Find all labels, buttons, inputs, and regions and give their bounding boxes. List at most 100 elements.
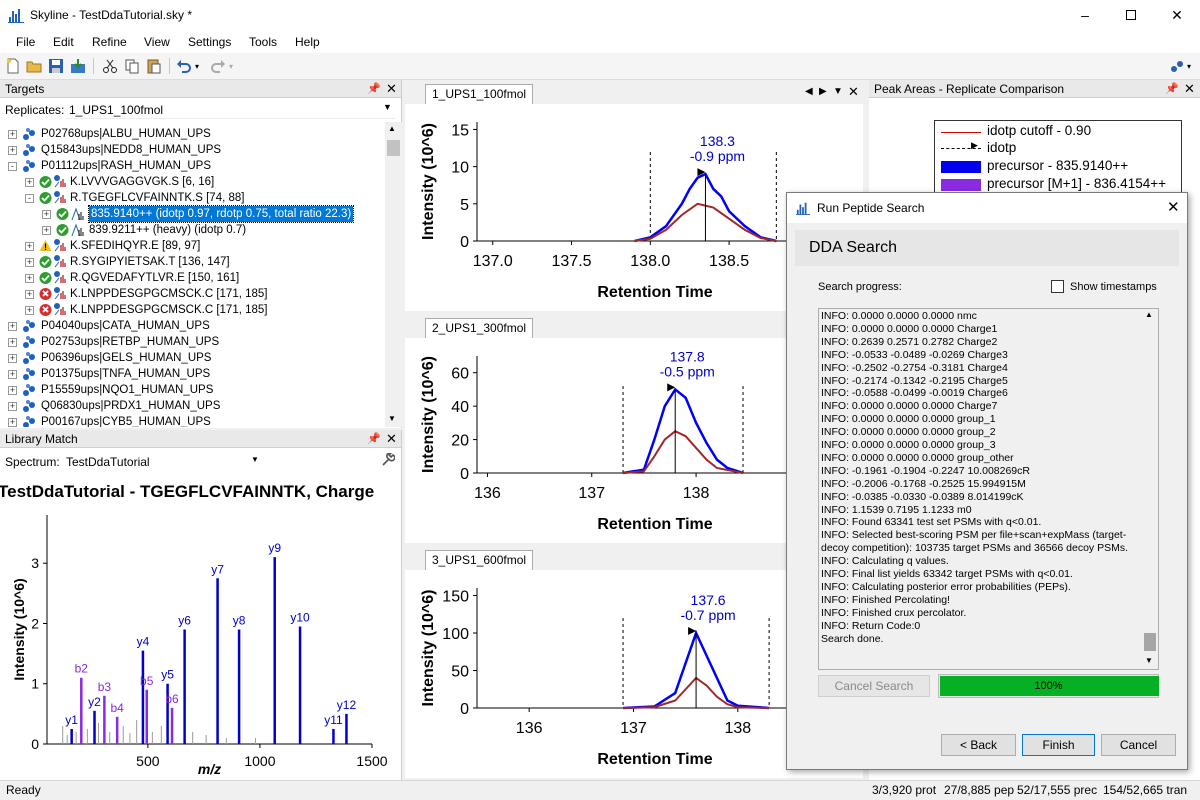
tab-1-ups1-100fmol[interactable]: 1_UPS1_100fmol [425, 84, 534, 104]
expand-icon[interactable]: + [25, 306, 34, 315]
tab-menu-icon[interactable]: ▼ [833, 86, 843, 97]
expand-icon[interactable]: + [8, 354, 17, 363]
apex-ppm-label: -0.7 ppm [680, 607, 735, 623]
show-timestamps-checkbox[interactable] [1051, 280, 1064, 293]
tab-3-ups1-600fmol[interactable]: 3_UPS1_600fmol [425, 550, 534, 570]
tree-row[interactable]: + P00167ups|CYB5_HUMAN_UPS [0, 414, 385, 427]
menu-view[interactable]: View [144, 35, 170, 49]
scroll-up-icon[interactable]: ▲ [388, 124, 396, 133]
expand-icon[interactable]: + [25, 242, 34, 251]
new-file-icon[interactable] [5, 58, 21, 74]
tree-row[interactable]: + R.QGVEDAFYTLVR.E [150, 161] [0, 270, 385, 286]
wrench-icon[interactable] [381, 453, 395, 467]
expand-icon[interactable]: + [8, 402, 17, 411]
scroll-up-icon[interactable]: ▲ [1145, 310, 1153, 319]
pin-icon[interactable]: 📌 [367, 430, 381, 448]
close-icon[interactable]: ✕ [848, 84, 859, 100]
redo-dropdown-icon[interactable]: ▾ [229, 62, 245, 78]
minimize-button[interactable]: – [1062, 0, 1108, 31]
expand-icon[interactable]: + [8, 370, 17, 379]
spectrum-select[interactable]: TestDdaTutorial ▼ [63, 452, 263, 471]
expand-icon[interactable]: + [8, 322, 17, 331]
tree-row[interactable]: - R.TGEGFLCVFAINNTK.S [74, 88] [0, 190, 385, 206]
save-icon[interactable] [48, 58, 64, 74]
tree-row[interactable]: - P01112ups|RASH_HUMAN_UPS [0, 158, 385, 174]
peptide-icon[interactable] [1170, 58, 1186, 74]
tree-row[interactable]: + P15559ups|NQO1_HUMAN_UPS [0, 382, 385, 398]
scroll-down-icon[interactable]: ▼ [388, 414, 396, 423]
cancel-button[interactable]: Cancel [1101, 734, 1176, 756]
tree-row[interactable]: + K.LNPPDESGPGCMSCK.C [171, 185] [0, 286, 385, 302]
close-icon[interactable]: ✕ [386, 430, 397, 448]
dialog-close-icon[interactable]: ✕ [1167, 198, 1180, 216]
tree-row[interactable]: + P01375ups|TNFA_HUMAN_UPS [0, 366, 385, 382]
back-button[interactable]: < Back [941, 734, 1016, 756]
menu-file[interactable]: File [16, 35, 35, 49]
tree-row[interactable]: + P06396ups|GELS_HUMAN_UPS [0, 350, 385, 366]
expand-icon[interactable]: + [25, 274, 34, 283]
expand-icon[interactable]: + [8, 146, 17, 155]
menu-settings[interactable]: Settings [188, 35, 231, 49]
menu-help[interactable]: Help [295, 35, 320, 49]
tree-row[interactable]: + R.SYGIPYIETSAK.T [136, 147] [0, 254, 385, 270]
paste-icon[interactable] [146, 58, 162, 74]
scroll-thumb[interactable] [387, 140, 400, 156]
tree-row[interactable]: + Q06830ups|PRDX1_HUMAN_UPS [0, 398, 385, 414]
peptide-dropdown-icon[interactable]: ▾ [1187, 62, 1200, 78]
finish-button[interactable]: Finish [1022, 734, 1095, 756]
expand-icon[interactable]: + [8, 386, 17, 395]
tree-row[interactable]: + K.LVVVGAGGVGK.S [6, 16] [0, 174, 385, 190]
copy-icon[interactable] [124, 58, 140, 74]
collapse-icon[interactable]: - [8, 162, 17, 171]
expand-icon[interactable]: + [25, 258, 34, 267]
undo-dropdown-icon[interactable]: ▾ [195, 62, 211, 78]
undo-icon[interactable] [176, 58, 192, 74]
expand-icon[interactable]: + [8, 130, 17, 139]
tree-row[interactable]: + K.LNPPDESGPGCMSCK.C [171, 185] [0, 302, 385, 318]
replicates-select[interactable]: 1_UPS1_100fmol ▼ [66, 100, 396, 119]
import-icon[interactable] [70, 58, 86, 74]
menu-refine[interactable]: Refine [92, 35, 127, 49]
scroll-thumb[interactable] [1144, 633, 1156, 651]
pin-icon[interactable]: 📌 [367, 80, 381, 98]
close-icon[interactable]: ✕ [386, 80, 397, 98]
expand-icon[interactable]: + [25, 290, 34, 299]
expand-icon[interactable]: + [25, 178, 34, 187]
library-spectrum-chart[interactable]: TestDdaTutorial - TGEGFLCVFAINNTK, Charg… [0, 477, 402, 780]
dda-search-header: DDA Search [795, 230, 1179, 266]
tree-row[interactable]: + P02753ups|RETBP_HUMAN_UPS [0, 334, 385, 350]
expand-icon[interactable]: + [8, 418, 17, 427]
expand-icon[interactable]: + [42, 226, 51, 235]
tree-row[interactable]: +! K.SFEDIHQYR.E [89, 97] [0, 238, 385, 254]
targets-scrollbar[interactable]: ▲ ▼ [385, 122, 402, 427]
tree-row[interactable]: + P04040ups|CATA_HUMAN_UPS [0, 318, 385, 334]
peak-label: y6 [178, 614, 191, 628]
pin-icon[interactable]: 📌 [1165, 80, 1179, 98]
status-pep: 27/8,885 pep [944, 783, 1015, 797]
redo-icon[interactable] [210, 58, 226, 74]
tree-row[interactable]: +839.9211++ (heavy) (idotp 0.7) [0, 222, 385, 238]
log-scrollbar[interactable]: ▲ ▼ [1142, 309, 1158, 669]
collapse-icon[interactable]: - [25, 194, 34, 203]
tree-row-label: R.TGEGFLCVFAINNTK.S [74, 88] [70, 192, 245, 204]
tab-2-ups1-300fmol[interactable]: 2_UPS1_300fmol [425, 318, 534, 338]
maximize-button[interactable] [1108, 0, 1154, 31]
x-tick-label: 500 [136, 753, 160, 769]
y-tick-label: 40 [451, 399, 469, 416]
tree-row[interactable]: + Q15843ups|NEDD8_HUMAN_UPS [0, 142, 385, 158]
expand-icon[interactable]: + [42, 210, 51, 219]
tree-row[interactable]: + P02768ups|ALBU_HUMAN_UPS [0, 126, 385, 142]
expand-icon[interactable]: + [8, 338, 17, 347]
scroll-down-icon[interactable]: ▼ [1145, 656, 1153, 665]
close-icon[interactable]: ✕ [1184, 80, 1195, 98]
cancel-search-button[interactable]: Cancel Search [818, 675, 930, 697]
menu-edit[interactable]: Edit [53, 35, 74, 49]
menu-tools[interactable]: Tools [249, 35, 277, 49]
search-log[interactable]: INFO: 0.0000 0.0000 0.0000 nmc INFO: 0.00… [818, 308, 1159, 670]
cut-icon[interactable] [102, 58, 118, 74]
tab-nav-right-icon[interactable]: ▶ [819, 86, 827, 97]
tab-nav-left-icon[interactable]: ◀ [805, 86, 813, 97]
tree-row[interactable]: +835.9140++ (idotp 0.97, rdotp 0.75, tot… [0, 205, 385, 223]
close-button[interactable]: ✕ [1154, 0, 1200, 31]
open-folder-icon[interactable] [26, 58, 42, 74]
